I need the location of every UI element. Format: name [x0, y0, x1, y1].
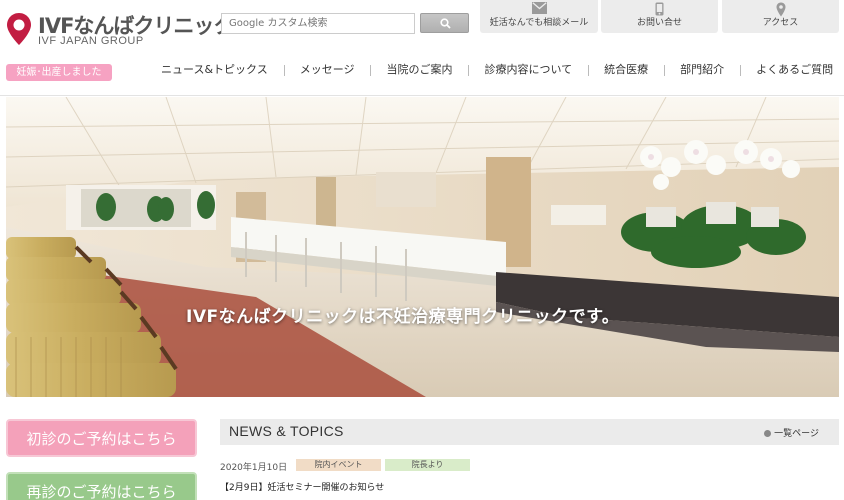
news-tag-director[interactable]: 院長より [385, 459, 470, 471]
search-input[interactable] [221, 13, 415, 34]
nav-treatment[interactable]: 診療内容について [468, 60, 588, 80]
hero-banner: IVFなんばクリニックは不妊治療専門クリニックです。 [6, 97, 839, 397]
map-pin-icon [776, 2, 785, 17]
logo-subtitle: IVF JAPAN GROUP [38, 35, 144, 47]
news-list-link[interactable]: 一覧ページ [764, 426, 819, 439]
hero-caption: IVFなんばクリニックは不妊治療専門クリニックです。 [186, 307, 620, 327]
news-headline-link[interactable]: 【2月9日】妊活セミナー開催のお知らせ [220, 480, 384, 493]
nav-integrative-medicine[interactable]: 統合医療 [588, 60, 664, 80]
bullet-icon [764, 429, 772, 437]
contact-label: お問い合せ [636, 18, 682, 28]
news-list-label: 一覧ページ [774, 429, 819, 439]
news-date: 2020年1月10日 [220, 463, 288, 473]
envelope-icon [531, 2, 547, 14]
return-visit-reservation-button[interactable]: 再診のご予約はこちら [6, 472, 197, 500]
logo-pin-icon [7, 13, 31, 45]
search-button[interactable] [420, 13, 469, 33]
contact-button[interactable]: お問い合せ [601, 0, 718, 33]
main-nav: ニュース&トピックス メッセージ 当院のご案内 診療内容について 統合医療 部門… [145, 60, 844, 80]
consultation-mail-button[interactable]: 妊活なんでも相談メール [480, 0, 598, 33]
consultation-mail-label: 妊活なんでも相談メール [489, 18, 589, 28]
access-label: アクセス [762, 18, 799, 28]
news-tag-event[interactable]: 院内イベント [296, 459, 381, 471]
nav-faq[interactable]: よくあるご質問 [740, 60, 844, 80]
search-icon [440, 18, 451, 29]
first-visit-reservation-button[interactable]: 初診のご予約はこちら [6, 419, 197, 457]
nav-clinic-guide[interactable]: 当院のご案内 [370, 60, 468, 80]
clinic-logo[interactable]: IVFなんばクリニック IVF JAPAN GROUP [6, 10, 234, 50]
news-header: NEWS & TOPICS 一覧ページ [220, 419, 839, 445]
pregnancy-report-button[interactable]: 妊娠･出産しました [6, 64, 112, 81]
lobby-photo [6, 97, 839, 397]
header-divider [0, 95, 844, 96]
nav-news-topics[interactable]: ニュース&トピックス [145, 60, 284, 80]
nav-message[interactable]: メッセージ [283, 60, 371, 80]
phone-icon [655, 2, 664, 16]
news-title: NEWS & TOPICS [229, 423, 344, 439]
nav-departments[interactable]: 部門紹介 [664, 60, 740, 80]
access-button[interactable]: アクセス [722, 0, 839, 33]
